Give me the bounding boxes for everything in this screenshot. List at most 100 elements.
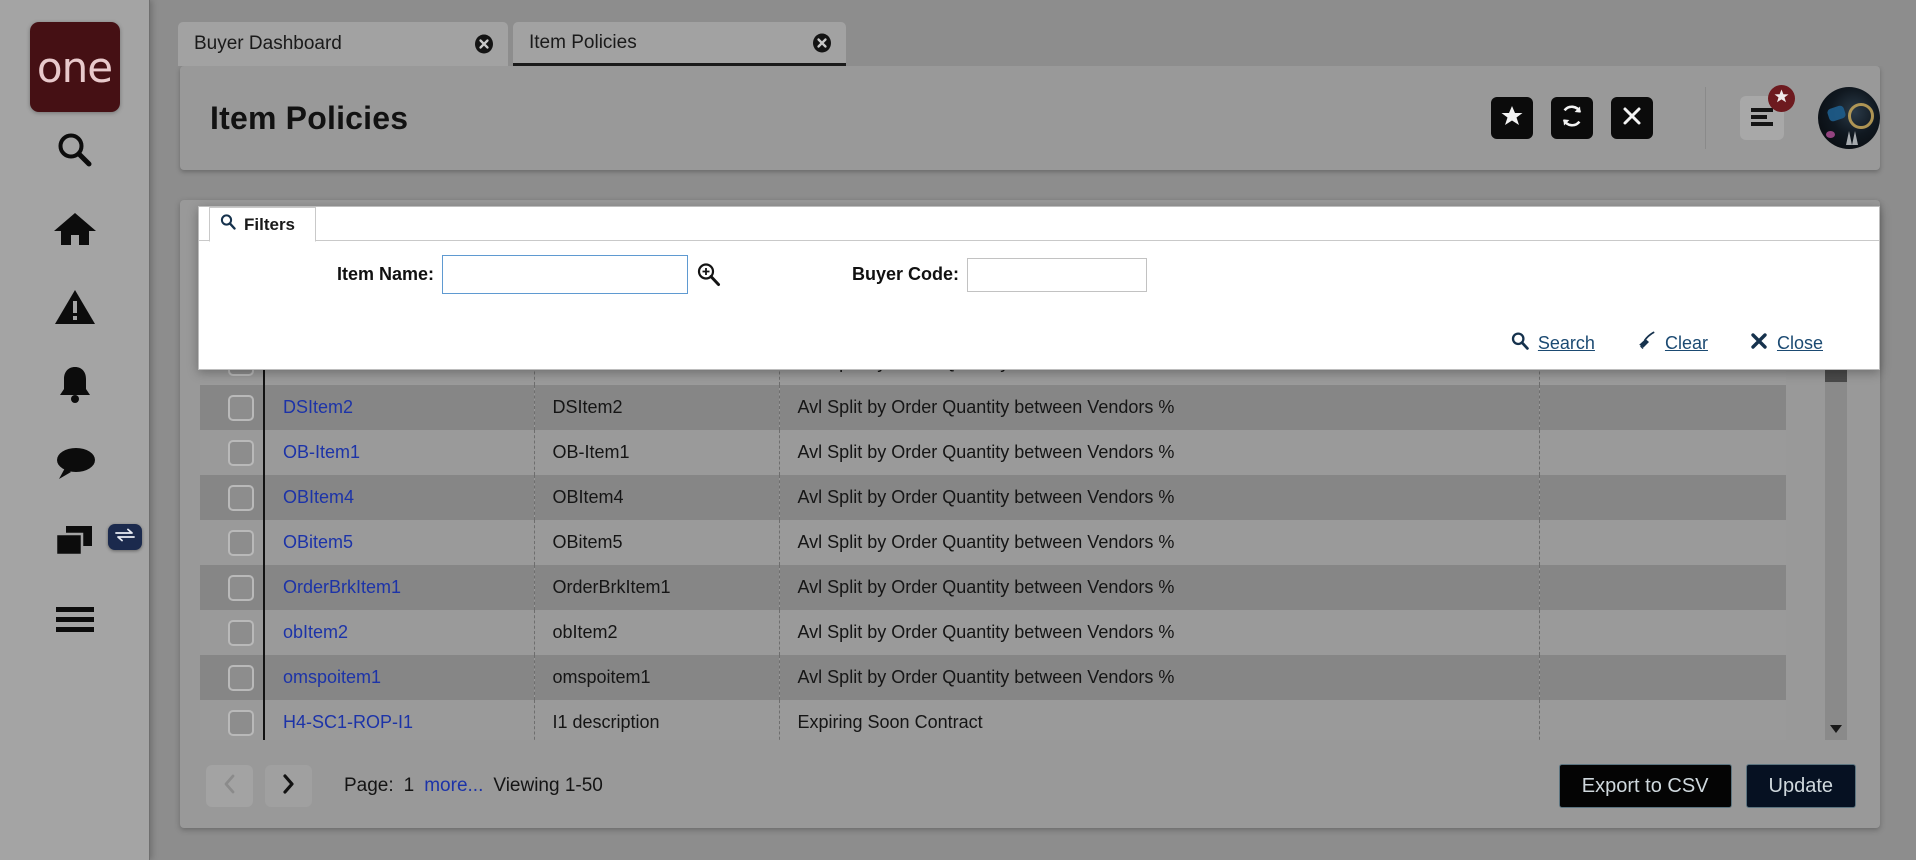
avatar-detail-white (1846, 131, 1858, 145)
previous-page-button[interactable] (206, 765, 253, 807)
update-button[interactable]: Update (1745, 764, 1856, 808)
zoom-search-icon[interactable] (696, 262, 721, 287)
search-icon (54, 130, 96, 172)
sidebar-item-search[interactable] (0, 112, 150, 190)
table-row[interactable]: OB-Item1 OB-Item1 Avl Split by Order Quant… (200, 430, 1786, 475)
item-name-link[interactable]: DSItem2 (283, 397, 353, 417)
close-circle-icon[interactable] (474, 34, 494, 54)
item-name-link[interactable]: OrderBrkItem1 (283, 577, 401, 597)
search-link[interactable]: Search (1511, 331, 1595, 355)
filters-panel: Filters Item Name: Buyer Code: Search Cl… (198, 206, 1880, 370)
cell-extra (1538, 700, 1786, 740)
table-vertical-scrollbar[interactable] (1825, 334, 1847, 740)
user-avatar[interactable] (1818, 87, 1880, 149)
close-circle-icon[interactable] (812, 33, 832, 53)
item-name-link[interactable]: obItem2 (283, 622, 348, 642)
export-to-csv-button[interactable]: Export to CSV (1558, 764, 1732, 808)
table-row[interactable]: obItem2 obItem2 Avl Split by Order Quantit… (200, 610, 1786, 655)
page-label: Page: (344, 775, 394, 796)
tab-item-policies[interactable]: Item Policies (513, 22, 846, 66)
sidebar-item-alerts[interactable] (0, 268, 150, 346)
row-select-cell[interactable] (200, 430, 265, 475)
cell-extra (1538, 475, 1786, 520)
refresh-button[interactable] (1551, 97, 1593, 139)
row-checkbox[interactable] (227, 574, 254, 601)
more-pages-link[interactable]: more... (424, 775, 483, 797)
sidebar-item-menu[interactable] (0, 580, 150, 658)
footer-actions: Export to CSV Update (1545, 764, 1856, 808)
x-icon (1622, 106, 1642, 131)
sidebar-item-home[interactable] (0, 190, 150, 268)
row-select-cell[interactable] (200, 610, 265, 655)
tab-filters[interactable]: Filters (209, 207, 317, 242)
row-select-cell[interactable] (200, 520, 265, 565)
cell-item-policy-type: Avl Split by Order Quantity between Vend… (778, 385, 1539, 430)
row-checkbox[interactable] (227, 619, 254, 646)
avatar-detail-blue (1826, 104, 1847, 123)
alert-triangle-icon (54, 288, 96, 326)
row-select-cell[interactable] (200, 475, 265, 520)
row-checkbox[interactable] (227, 439, 254, 466)
row-checkbox[interactable] (227, 709, 254, 736)
filter-action-links: Search Clear Close (1511, 331, 1823, 355)
list-menu-icon (1750, 106, 1774, 131)
table-row[interactable]: DSItem2 DSItem2 Avl Split by Order Quantit… (200, 385, 1786, 430)
scrollbar-down-arrow[interactable] (1825, 718, 1847, 740)
item-name-label: Item Name: (336, 264, 434, 284)
row-checkbox[interactable] (227, 529, 254, 556)
page-title: Item Policies (210, 99, 409, 136)
tab-buyer-dashboard[interactable]: Buyer Dashboard (178, 22, 508, 66)
item-name-link[interactable]: omspoitem1 (283, 667, 381, 687)
row-select-cell[interactable] (200, 700, 265, 740)
brand-logo[interactable]: one (29, 22, 120, 112)
swap-arrows-button[interactable] (108, 524, 142, 550)
cell-item-policy-type: Expiring Soon Contract (778, 700, 1539, 740)
row-checkbox[interactable] (227, 484, 254, 511)
item-name-link[interactable]: OBItem4 (283, 487, 354, 507)
browser-tab-strip: Buyer Dashboard Item Policies (150, 0, 1916, 66)
cell-description: omspoitem1 (533, 655, 779, 700)
chevron-right-icon (282, 773, 295, 799)
star-icon (1501, 105, 1523, 131)
star-icon (1774, 89, 1789, 108)
item-policies-table: DSItem10DSItem10Avl Split by Order Quant… (200, 340, 1786, 740)
favorite-button[interactable] (1491, 97, 1533, 139)
item-name-link[interactable]: H4-SC1-ROP-I1 (283, 712, 413, 732)
row-checkbox[interactable] (227, 664, 254, 691)
sidebar-item-notifications[interactable] (0, 346, 150, 424)
close-button[interactable] (1611, 97, 1653, 139)
close-link-label: Close (1776, 332, 1823, 353)
table-row[interactable]: OrderBrkItem1 OrderBrkItem1 Avl Split by O… (200, 565, 1786, 610)
table-row[interactable]: H4-SC1-ROP-I1 I1 description Expiring Soon… (200, 700, 1786, 740)
cell-description: DSItem2 (533, 385, 779, 430)
row-select-cell[interactable] (200, 385, 265, 430)
cell-description: OBItem4 (533, 475, 779, 520)
hamburger-icon (55, 606, 95, 632)
row-select-cell[interactable] (200, 565, 265, 610)
broom-icon (1637, 331, 1656, 355)
item-name-link[interactable]: OB-Item1 (283, 442, 360, 462)
cell-extra (1538, 430, 1786, 475)
avatar-detail-ring (1848, 103, 1874, 129)
header-menu-button[interactable] (1740, 85, 1795, 140)
buyer-code-input[interactable] (967, 257, 1147, 292)
row-select-cell[interactable] (200, 655, 265, 700)
cell-item-policy-type: Avl Split by Order Quantity between Vend… (778, 520, 1539, 565)
cell-item-name: DSItem2 (264, 385, 534, 430)
cell-item-policy-type: Avl Split by Order Quantity between Vend… (778, 655, 1539, 700)
next-page-button[interactable] (265, 765, 312, 807)
row-checkbox[interactable] (227, 394, 254, 421)
clear-link[interactable]: Clear (1637, 331, 1708, 355)
cell-extra (1538, 385, 1786, 430)
table-row[interactable]: OBItem4 OBItem4 Avl Split by Order Quantit… (200, 475, 1786, 520)
item-name-link[interactable]: OBitem5 (283, 532, 353, 552)
sidebar-item-messages[interactable] (0, 424, 150, 502)
filters-body: Item Name: Buyer Code: Search Clear Clos… (199, 241, 1879, 369)
header-actions (1473, 85, 1880, 149)
item-name-input[interactable] (442, 255, 688, 294)
cell-item-policy-type: Avl Split by Order Quantity between Vend… (778, 475, 1539, 520)
table-row[interactable]: omspoitem1 omspoitem1 Avl Split by Order Q… (200, 655, 1786, 700)
page-header: Item Policies (180, 66, 1880, 170)
table-row[interactable]: OBitem5 OBitem5 Avl Split by Order Quantit… (200, 520, 1786, 565)
close-link[interactable]: Close (1750, 332, 1823, 355)
